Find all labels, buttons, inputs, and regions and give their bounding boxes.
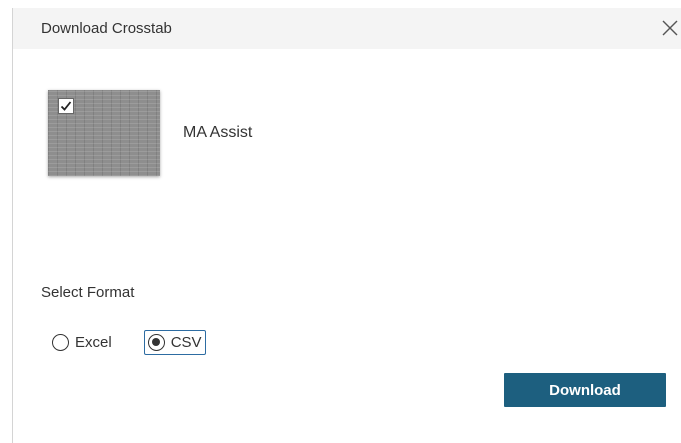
format-option-csv[interactable]: CSV — [143, 330, 206, 355]
close-icon[interactable] — [661, 19, 679, 37]
select-format-label: Select Format — [41, 284, 135, 301]
format-radio-group: Excel CSV — [48, 330, 206, 355]
sheet-item-ma-assist[interactable]: MA Assist — [48, 90, 252, 176]
format-option-excel[interactable]: Excel — [48, 330, 116, 355]
download-crosstab-dialog: Download Crosstab MA Assist Select Forma… — [12, 8, 681, 443]
download-button[interactable]: Download — [504, 373, 666, 407]
dialog-header: Download Crosstab — [13, 8, 681, 49]
excel-label: Excel — [75, 334, 112, 351]
csv-label: CSV — [170, 334, 202, 351]
sheet-checkbox[interactable] — [58, 98, 74, 114]
sheet-name: MA Assist — [183, 124, 253, 141]
excel-radio[interactable] — [52, 334, 69, 351]
dialog-title: Download Crosstab — [41, 20, 172, 37]
csv-radio[interactable] — [147, 334, 165, 351]
sheet-thumbnail[interactable] — [48, 90, 160, 176]
